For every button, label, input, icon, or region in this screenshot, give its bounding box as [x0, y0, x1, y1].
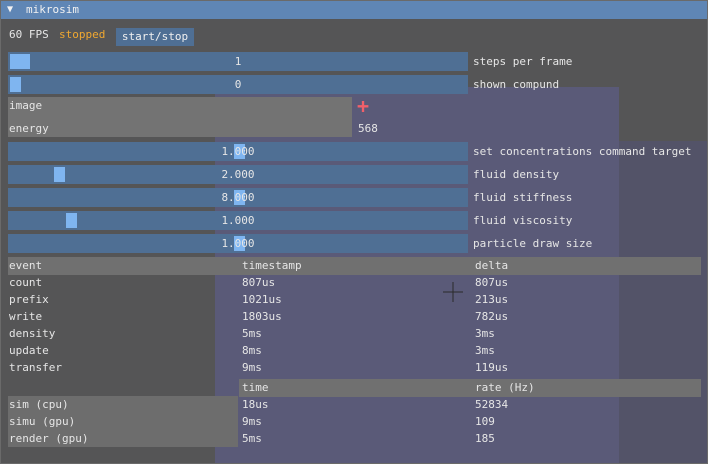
crosshair-icon — [443, 282, 463, 302]
table-cell: 8ms — [242, 344, 262, 357]
main-window: ▼ mikrosim 60 FPS stopped start/stop 1 s… — [0, 0, 708, 464]
slider-value: 1 — [234, 55, 242, 68]
table-cell: count — [9, 276, 43, 289]
table-cell: 18us — [242, 398, 269, 411]
slider-label: shown compund — [473, 78, 560, 91]
table-cell: simu (gpu) — [9, 415, 76, 428]
start-stop-button[interactable]: start/stop — [116, 28, 194, 46]
slider-value: 1.000 — [221, 145, 255, 158]
table-cell: 9ms — [242, 361, 262, 374]
fluid-density-slider[interactable]: 2.000 — [8, 165, 468, 184]
table-cell: 5ms — [242, 432, 262, 445]
list-item-energy[interactable]: energy — [9, 122, 49, 136]
table-cell: prefix — [9, 293, 49, 306]
title-bar[interactable]: ▼ mikrosim — [1, 1, 707, 19]
rates-table-header — [239, 379, 701, 397]
particle-size-slider[interactable]: 1.000 — [8, 234, 468, 253]
slider-value: 1.000 — [221, 214, 255, 227]
slider-label: set concentrations command target — [473, 145, 692, 158]
table-cell: 213us — [475, 293, 509, 306]
slider-value: 1.000 — [221, 237, 255, 250]
column-header: time — [242, 381, 269, 394]
table-cell: 1021us — [242, 293, 282, 306]
image-listbox[interactable]: image energy — [8, 97, 352, 137]
slider-value: 8.000 — [221, 191, 255, 204]
list-item-image[interactable]: image — [9, 99, 42, 113]
table-cell: 807us — [242, 276, 276, 289]
table-cell: 1803us — [242, 310, 282, 323]
collapse-arrow-icon[interactable]: ▼ — [7, 4, 13, 15]
table-cell: 119us — [475, 361, 509, 374]
table-cell: 9ms — [242, 415, 262, 428]
table-cell: write — [9, 310, 43, 323]
concentration-target-slider[interactable]: 1.000 — [8, 142, 468, 161]
fps-counter: 60 FPS — [9, 28, 49, 41]
table-cell: 185 — [475, 432, 495, 445]
simulation-view-right — [619, 141, 707, 463]
slider-label: fluid stiffness — [473, 191, 573, 204]
slider-label: steps per frame — [473, 55, 573, 68]
table-cell: 5ms — [242, 327, 262, 340]
table-cell: render (gpu) — [9, 432, 89, 445]
column-header: event — [9, 259, 43, 272]
shown-compound-slider[interactable]: 0 — [8, 75, 468, 94]
table-cell: 109 — [475, 415, 495, 428]
fluid-stiffness-slider[interactable]: 8.000 — [8, 188, 468, 207]
status-text: stopped — [59, 28, 106, 41]
table-cell: density — [9, 327, 56, 340]
table-cell: 782us — [475, 310, 509, 323]
table-cell: 3ms — [475, 344, 495, 357]
column-header: rate (Hz) — [475, 381, 535, 394]
column-header: delta — [475, 259, 509, 272]
slider-value: 0 — [234, 78, 242, 91]
slider-label: fluid viscosity — [473, 214, 573, 227]
slider-label: particle draw size — [473, 237, 593, 250]
table-cell: 3ms — [475, 327, 495, 340]
events-table-header — [8, 257, 701, 275]
slider-label: fluid density — [473, 168, 560, 181]
plus-icon[interactable]: + — [357, 96, 369, 116]
fluid-viscosity-slider[interactable]: 1.000 — [8, 211, 468, 230]
table-cell: transfer — [9, 361, 62, 374]
column-header: timestamp — [242, 259, 302, 272]
table-cell: 52834 — [475, 398, 509, 411]
table-cell: update — [9, 344, 49, 357]
window-title: mikrosim — [26, 3, 79, 16]
steps-per-frame-slider[interactable]: 1 — [8, 52, 468, 71]
energy-value: 568 — [358, 122, 378, 135]
table-cell: 807us — [475, 276, 509, 289]
table-cell: sim (cpu) — [9, 398, 69, 411]
slider-value: 2.000 — [221, 168, 255, 181]
